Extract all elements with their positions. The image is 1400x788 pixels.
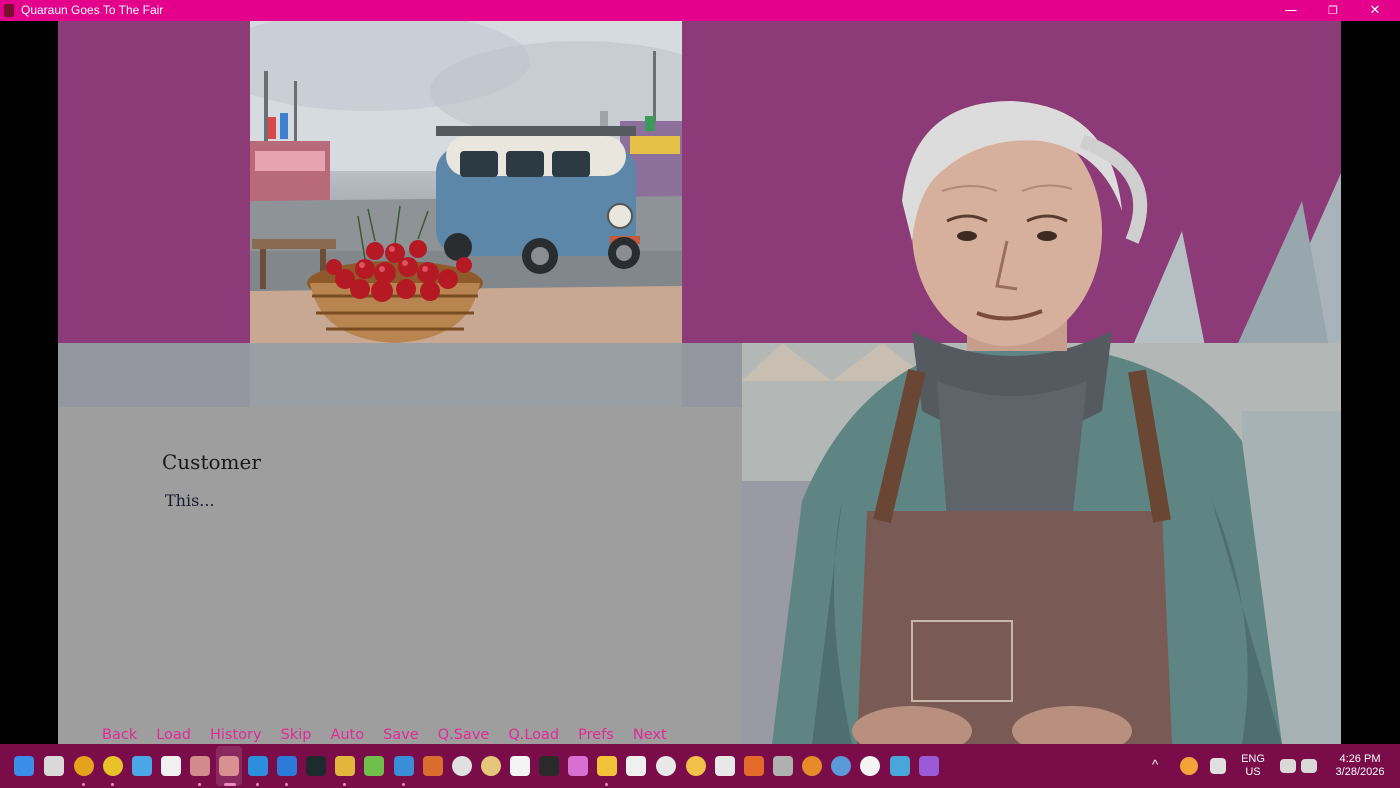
quick-menu-qload[interactable]: Q.Load (508, 725, 559, 744)
mask-icon[interactable] (773, 756, 793, 776)
terminal-app-icon[interactable] (306, 756, 326, 776)
pen-icon[interactable] (1210, 758, 1226, 774)
quick-menu-auto[interactable]: Auto (330, 725, 364, 744)
game-window-icon[interactable] (219, 756, 239, 776)
close-button[interactable]: ✕ (1352, 0, 1398, 21)
vscode-icon[interactable] (248, 756, 268, 776)
running-indicator (82, 783, 85, 786)
speaker-name: Customer (162, 450, 261, 474)
settings-gear-icon[interactable] (831, 756, 851, 776)
display-icon[interactable] (1280, 759, 1296, 773)
chrome-canary-icon[interactable] (74, 756, 94, 776)
picture-icon[interactable] (890, 756, 910, 776)
game-viewport[interactable]: Customer This... Back Load History Skip … (58, 21, 1341, 744)
running-indicator (256, 783, 259, 786)
clock-date: 3/28/2026 (1335, 766, 1385, 778)
tray-overflow-chevron[interactable]: ^ (1152, 758, 1158, 771)
camera-icon[interactable] (715, 756, 735, 776)
copilot-icon[interactable] (568, 756, 588, 776)
photos-icon[interactable] (394, 756, 414, 776)
quick-menu-skip[interactable]: Skip (281, 725, 312, 744)
mail-icon[interactable] (132, 756, 152, 776)
quick-menu-qsave[interactable]: Q.Save (438, 725, 490, 744)
clapper-icon[interactable] (919, 756, 939, 776)
quick-menu-save[interactable]: Save (383, 725, 419, 744)
quick-menu-prefs[interactable]: Prefs (578, 725, 614, 744)
active-indicator (224, 783, 236, 786)
blender-icon[interactable] (802, 756, 822, 776)
skull-icon[interactable] (452, 756, 472, 776)
language-indicator[interactable]: ENG US (1240, 753, 1266, 779)
quick-menu-history[interactable]: History (210, 725, 262, 744)
file-icon[interactable] (626, 756, 646, 776)
quick-menu: Back Load History Skip Auto Save Q.Save … (102, 725, 686, 744)
file-explorer-icon[interactable] (597, 756, 617, 776)
task-view-icon[interactable] (44, 756, 64, 776)
app-icon (4, 4, 14, 17)
media-player-icon[interactable] (860, 756, 880, 776)
chatgpt-icon[interactable] (656, 756, 676, 776)
window-title: Quaraun Goes To The Fair (21, 3, 164, 17)
clipboard-icon[interactable] (510, 756, 530, 776)
dialogue-text: This... (165, 491, 215, 510)
ubuntu-icon[interactable] (744, 756, 764, 776)
quick-menu-load[interactable]: Load (156, 725, 191, 744)
window-titlebar[interactable]: Quaraun Goes To The Fair — ❐ ✕ (0, 0, 1400, 21)
minimize-button[interactable]: — (1268, 0, 1314, 21)
taskbar: ^ ENG US 4:26 PM 3/28/2026 (0, 744, 1400, 788)
hand-icon[interactable] (686, 756, 706, 776)
language-code: ENG (1241, 753, 1265, 765)
chrome-icon[interactable] (103, 756, 123, 776)
quick-menu-back[interactable]: Back (102, 725, 137, 744)
running-indicator (605, 783, 608, 786)
maximize-button[interactable]: ❐ (1310, 0, 1356, 21)
pencil-icon[interactable] (423, 756, 443, 776)
image-editor-icon[interactable] (335, 756, 355, 776)
clock[interactable]: 4:26 PM 3/28/2026 (1330, 753, 1390, 779)
app-icon-heart[interactable] (161, 756, 181, 776)
sync-icon[interactable] (1180, 757, 1198, 775)
notes-icon[interactable] (364, 756, 384, 776)
running-indicator (343, 783, 346, 786)
console-icon[interactable] (539, 756, 559, 776)
start-icon[interactable] (14, 756, 34, 776)
face-icon[interactable] (481, 756, 501, 776)
running-indicator (111, 783, 114, 786)
document-icon[interactable] (277, 756, 297, 776)
running-indicator (402, 783, 405, 786)
clock-time: 4:26 PM (1339, 753, 1381, 765)
region-code: US (1245, 766, 1261, 778)
running-indicator (198, 783, 201, 786)
character-portrait (742, 81, 1341, 744)
renpy-icon[interactable] (190, 756, 210, 776)
running-indicator (285, 783, 288, 786)
quick-menu-next[interactable]: Next (633, 725, 667, 744)
dialogue-window[interactable] (58, 407, 742, 744)
volume-icon[interactable] (1301, 759, 1317, 773)
